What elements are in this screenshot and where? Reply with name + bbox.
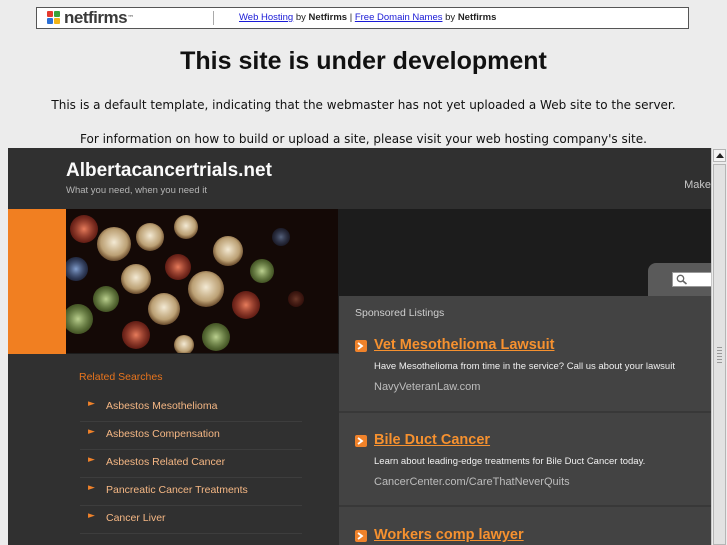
arrow-right-icon <box>355 340 367 352</box>
banner-links: Web Hosting by Netfirms | Free Domain Na… <box>239 12 496 23</box>
page-title: This site is under development <box>180 47 547 75</box>
hosting-info-notice: For information on how to build or uploa… <box>80 132 647 146</box>
trademark-mark: ™ <box>127 14 135 22</box>
related-search-label[interactable]: Pancreatic Cancer Treatments <box>106 484 248 496</box>
related-search-item[interactable]: ► Cancer Liver <box>80 506 302 534</box>
arrow-right-icon: ► <box>88 483 95 493</box>
related-search-item[interactable]: ► Asbestos Mesothelioma <box>80 394 302 422</box>
listing-divider <box>339 411 727 413</box>
default-template-notice: This is a default template, indicating t… <box>51 98 676 112</box>
sponsored-listing-url[interactable]: CancerCenter.com/CareThatNeverQuits <box>374 476 570 488</box>
sponsored-listing-title[interactable]: Bile Duct Cancer <box>374 432 490 448</box>
links-divider: | <box>349 12 353 23</box>
site-tagline: What you need, when you need it <box>66 185 208 196</box>
embedded-site-frame: Albertacancertrials.net What you need, w… <box>8 148 727 545</box>
related-searches-list: ► Asbestos Mesothelioma ► Asbestos Compens… <box>80 394 302 534</box>
listing-divider <box>339 505 727 507</box>
netfirms-logo-text: netfirms <box>64 8 128 27</box>
netfirms-brand-2: Netfirms <box>457 12 497 23</box>
related-searches-heading: Related Searches <box>79 371 163 383</box>
frame-scrollbar[interactable] <box>711 148 727 545</box>
orange-accent-band <box>8 209 66 354</box>
grip-icon <box>717 347 722 363</box>
netfirms-banner: netfirms ™ Web Hosting by Netfirms | Free… <box>36 7 689 29</box>
site-title[interactable]: Albertacancertrials.net <box>66 160 272 182</box>
bokeh-lights-image <box>66 209 338 353</box>
arrow-right-icon <box>355 435 367 447</box>
netfirms-logo-icon <box>47 11 63 25</box>
related-search-label[interactable]: Asbestos Related Cancer <box>106 456 225 468</box>
sponsored-listing-description: Learn about leading-edge treatments for … <box>374 456 646 467</box>
sponsored-listing-title[interactable]: Vet Mesothelioma Lawsuit <box>374 337 555 353</box>
scroll-up-button[interactable] <box>713 149 726 162</box>
scroll-up-arrow-icon <box>716 153 724 158</box>
related-search-label[interactable]: Cancer Liver <box>106 512 166 524</box>
sponsored-listing-description: Have Mesothelioma from time in the servi… <box>374 361 675 372</box>
arrow-right-icon: ► <box>88 427 95 437</box>
search-input[interactable] <box>672 272 712 287</box>
sponsored-listing-url[interactable]: NavyVeteranLaw.com <box>374 381 480 393</box>
by-text-2: by <box>445 12 456 23</box>
free-domain-names-link[interactable]: Free Domain Names <box>355 12 443 23</box>
netfirms-brand-1: Netfirms <box>308 12 348 23</box>
web-hosting-link[interactable]: Web Hosting <box>239 12 293 23</box>
related-search-item[interactable]: ► Asbestos Compensation <box>80 422 302 450</box>
arrow-right-icon: ► <box>88 511 95 521</box>
sponsored-listing-title[interactable]: Workers comp lawyer <box>374 527 524 543</box>
arrow-right-icon <box>355 530 367 542</box>
arrow-right-icon: ► <box>88 399 95 409</box>
sponsored-listings-panel: Sponsored Listings Vet Mesothelioma Laws… <box>339 296 727 545</box>
related-search-item[interactable]: ► Pancreatic Cancer Treatments <box>80 478 302 506</box>
related-search-label[interactable]: Asbestos Compensation <box>106 428 220 440</box>
by-text-1: by <box>295 12 306 23</box>
related-search-label[interactable]: Asbestos Mesothelioma <box>106 400 217 412</box>
sponsored-listings-heading: Sponsored Listings <box>355 307 445 319</box>
search-icon <box>676 274 688 285</box>
make-link[interactable]: Make <box>684 179 711 191</box>
netfirms-logo[interactable]: netfirms ™ <box>47 8 135 27</box>
banner-divider <box>213 11 214 25</box>
related-search-item[interactable]: ► Asbestos Related Cancer <box>80 450 302 478</box>
arrow-right-icon: ► <box>88 455 95 465</box>
scroll-thumb[interactable] <box>713 164 726 545</box>
